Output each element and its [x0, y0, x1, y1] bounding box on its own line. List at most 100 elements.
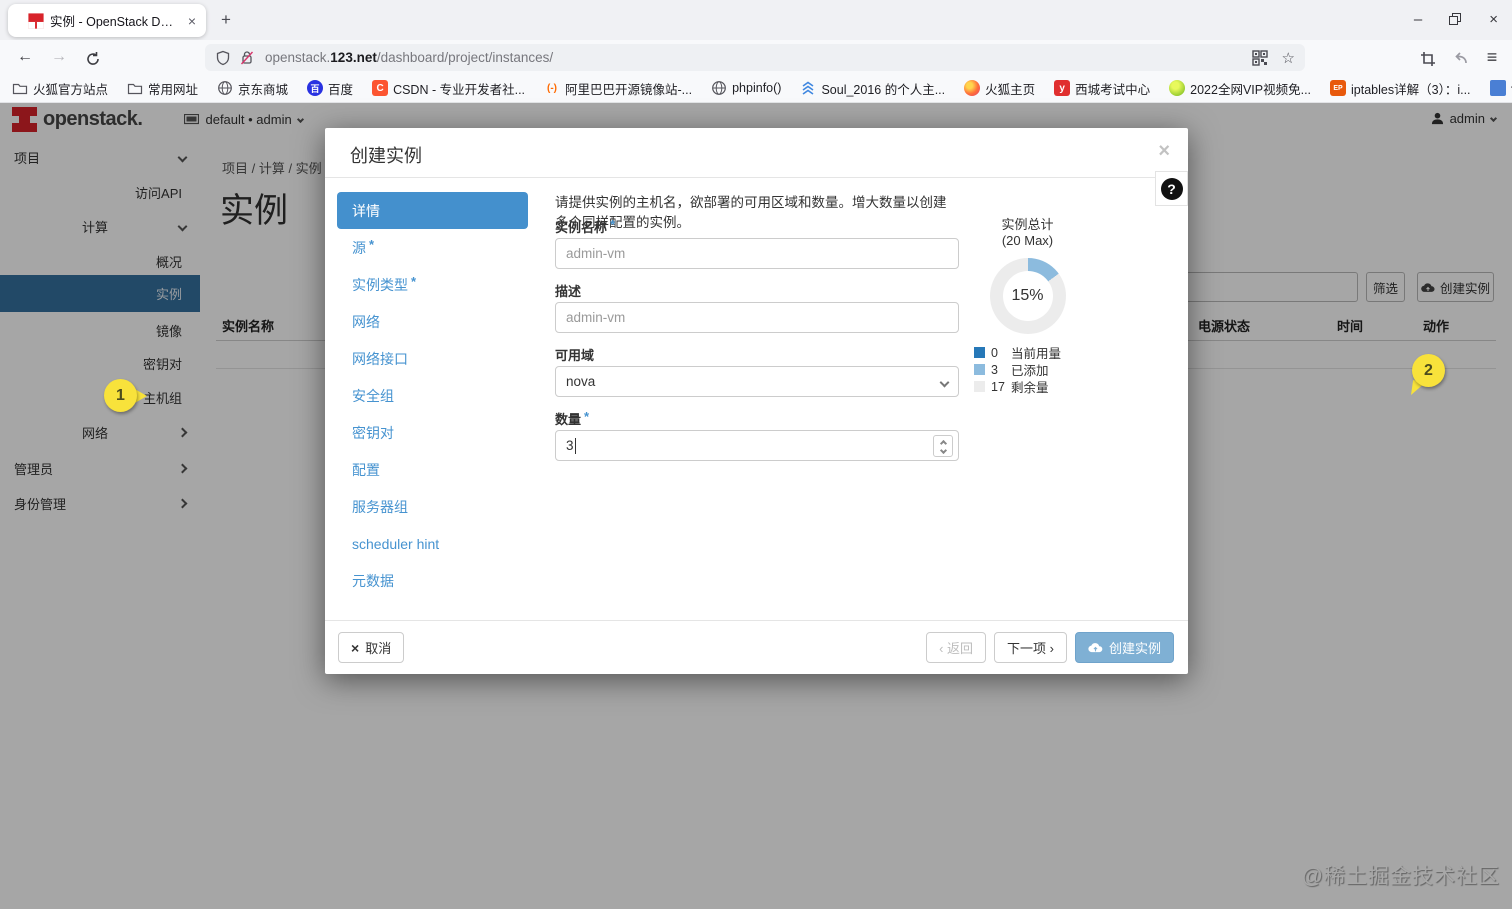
- wizard-step-ports[interactable]: 网络接口: [337, 340, 528, 377]
- restore-icon[interactable]: [1449, 12, 1462, 26]
- screenshot-crop-icon[interactable]: [1415, 44, 1441, 70]
- legend-swatch-remaining: [974, 381, 985, 392]
- description-input[interactable]: admin-vm: [555, 302, 959, 333]
- back-button[interactable]: ‹ 返回: [926, 632, 987, 663]
- quota-legend: 0 当前用量 3 已添加 17 剩余量: [970, 344, 1085, 395]
- bookmark-item[interactable]: C CSDN - 专业开发者社...: [372, 79, 525, 98]
- legend-remaining: 17 剩余量: [974, 378, 1085, 395]
- qr-code-icon[interactable]: [1251, 49, 1268, 66]
- baidu-icon: 百: [307, 80, 324, 96]
- tab-title: 实例 - OpenStack Dashboard: [50, 15, 180, 29]
- permissions-blocked-icon[interactable]: [239, 50, 255, 66]
- tutorial-marker-1: 1: [104, 379, 137, 412]
- modal-header: 创建实例 ×: [325, 128, 1188, 178]
- count-label: 数量 *: [555, 409, 590, 427]
- quota-subtitle: (20 Max): [1001, 233, 1054, 248]
- window-controls: – ×: [1414, 10, 1498, 30]
- stepper-down-icon[interactable]: [939, 446, 947, 455]
- availability-zone-select[interactable]: nova: [555, 366, 959, 397]
- legend-added: 3 已添加: [974, 361, 1085, 378]
- firefox-icon: [964, 80, 981, 96]
- question-mark-icon: ?: [1160, 177, 1183, 200]
- wizard-nav: 详情 源 * 实例类型 * 网络 网络接口 安全组 密钥对 配置 服务器组 sche…: [337, 192, 528, 599]
- chevron-down-icon: [939, 377, 950, 388]
- wizard-step-flavor[interactable]: 实例类型 *: [337, 266, 528, 303]
- instance-name-label: 实例名称 *: [555, 217, 616, 235]
- back-icon[interactable]: ←: [12, 44, 38, 70]
- page-content: openstack. default • admin admin 项目 访问AP…: [0, 103, 1512, 909]
- csdn-icon: C: [372, 80, 389, 96]
- details-form: 请提供实例的主机名，欲部署的可用区域和数量。增大数量以创建多个同样配置的实例。 …: [555, 191, 959, 461]
- bookmark-item[interactable]: y 西城考试中心: [1054, 79, 1150, 98]
- modal-close-icon[interactable]: ×: [1158, 140, 1170, 163]
- cancel-button[interactable]: × 取消: [338, 632, 405, 663]
- reload-icon[interactable]: [80, 44, 106, 70]
- bookmark-item[interactable]: 百百度: [307, 79, 353, 98]
- legend-swatch-used: [974, 347, 985, 358]
- forward-icon[interactable]: →: [46, 44, 72, 70]
- create-instance-modal: 创建实例 × ? 详情 源 * 实例类型 * 网络 网络接口 安全组 密钥对 配置 …: [325, 128, 1188, 674]
- bookmark-item[interactable]: phpinfo(): [711, 80, 781, 96]
- video-icon: [1169, 80, 1186, 96]
- xicheng-icon: y: [1054, 80, 1071, 96]
- cancel-x-icon: ×: [351, 639, 360, 656]
- iptables-icon: EP: [1330, 80, 1347, 96]
- globe-icon: [218, 81, 232, 95]
- text-caret: [574, 437, 576, 454]
- tab-strip: 实例 - OpenStack Dashboard × + – ×: [0, 0, 1512, 40]
- wizard-step-scheduler-hint[interactable]: scheduler hint: [337, 525, 528, 562]
- wizard-step-configuration[interactable]: 配置: [337, 451, 528, 488]
- legend-current-usage: 0 当前用量: [974, 344, 1085, 361]
- soul-icon: [802, 81, 814, 95]
- wizard-step-keypair[interactable]: 密钥对: [337, 414, 528, 451]
- tutorial-marker-2: 2: [1412, 354, 1445, 387]
- bookmark-item[interactable]: Soul_2016 的个人主...: [800, 79, 945, 98]
- bookmark-item[interactable]: 博客搬家申请表: [1489, 79, 1512, 98]
- modal-title: 创建实例: [350, 146, 422, 166]
- minimize-icon[interactable]: –: [1414, 10, 1422, 30]
- instance-name-input[interactable]: admin-vm: [555, 238, 959, 269]
- cloud-upload-icon: [1088, 643, 1103, 653]
- bookmark-item[interactable]: 常用网址: [127, 79, 198, 98]
- url-text[interactable]: openstack.123.net/dashboard/project/inst…: [265, 50, 1252, 65]
- bookmark-item[interactable]: EP iptables详解（3）：i...: [1330, 79, 1471, 98]
- bookmark-item[interactable]: 火狐主页: [964, 79, 1035, 98]
- browser-tab[interactable]: 实例 - OpenStack Dashboard ×: [8, 4, 206, 37]
- create-instance-submit-button[interactable]: 创建实例: [1074, 632, 1174, 663]
- blog-icon: [1489, 80, 1506, 96]
- bookmark-item[interactable]: 京东商城: [217, 79, 288, 98]
- legend-swatch-added: [974, 364, 985, 375]
- wizard-step-details[interactable]: 详情: [337, 192, 528, 229]
- menu-hamburger-icon[interactable]: ≡: [1479, 44, 1505, 70]
- form-help-text: 请提供实例的主机名，欲部署的可用区域和数量。增大数量以创建多个同样配置的实例。: [555, 195, 947, 230]
- number-stepper[interactable]: [933, 435, 953, 457]
- alibaba-icon: (-): [547, 82, 558, 94]
- bookmark-star-icon[interactable]: ☆: [1282, 49, 1295, 67]
- bookmarks-bar: 火狐官方站点 常用网址 京东商城 百百度 C CSDN - 专业开发者社... (…: [0, 74, 1512, 103]
- quota-title: 实例总计: [1001, 217, 1054, 232]
- help-button[interactable]: ?: [1155, 171, 1188, 206]
- openstack-favicon: [28, 12, 44, 29]
- description-label: 描述: [555, 284, 582, 299]
- tab-close-icon[interactable]: ×: [186, 13, 198, 29]
- address-bar[interactable]: openstack.123.net/dashboard/project/inst…: [205, 44, 1305, 71]
- wizard-step-networks[interactable]: 网络: [337, 303, 528, 340]
- wizard-step-server-groups[interactable]: 服务器组: [337, 488, 528, 525]
- screen: 实例 - OpenStack Dashboard × + – × ← → ope…: [0, 0, 1512, 909]
- next-button[interactable]: 下一项 ›: [994, 632, 1067, 663]
- shield-icon[interactable]: [215, 50, 231, 66]
- count-input[interactable]: 3: [555, 430, 959, 461]
- modal-footer: × 取消 ‹ 返回 下一项 › 创建实例: [325, 620, 1188, 674]
- wizard-step-source[interactable]: 源 *: [337, 229, 528, 266]
- bookmark-item[interactable]: 2022全网VIP视频免...: [1169, 79, 1311, 98]
- bookmark-item[interactable]: (-) 阿里巴巴开源镜像站-...: [544, 79, 692, 98]
- bookmark-item[interactable]: 火狐官方站点: [12, 79, 108, 98]
- new-tab-button[interactable]: +: [214, 8, 238, 32]
- availability-zone-label: 可用域: [555, 348, 595, 363]
- undo-arrow-icon[interactable]: [1448, 44, 1474, 70]
- wizard-step-metadata[interactable]: 元数据: [337, 562, 528, 599]
- folder-icon: [12, 83, 28, 95]
- wizard-step-security-groups[interactable]: 安全组: [337, 377, 528, 414]
- watermark: @稀土掘金技术社区: [1301, 865, 1500, 888]
- close-window-icon[interactable]: ×: [1489, 10, 1498, 30]
